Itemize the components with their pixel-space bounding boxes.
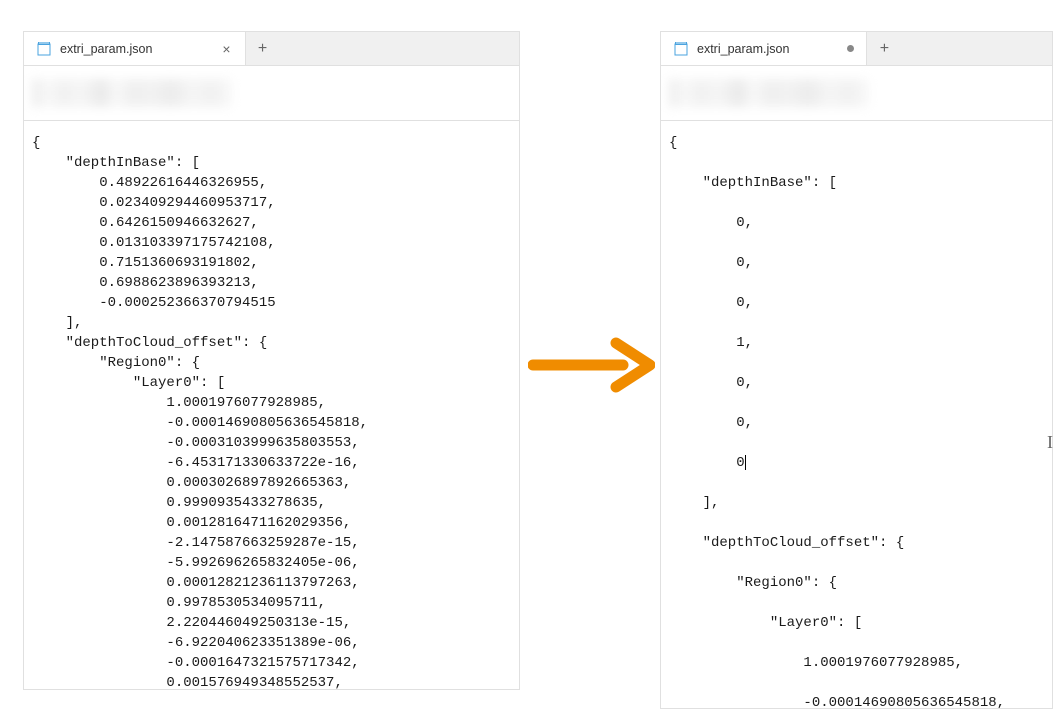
code-area-left[interactable]: { "depthInBase": [ 0.48922616446326955, … xyxy=(24,121,519,689)
new-tab-button-right[interactable]: + xyxy=(867,32,901,65)
toolbar-right xyxy=(661,66,1052,121)
tab-file-right[interactable]: extri_param.json xyxy=(661,32,867,65)
editor-left-window: extri_param.json × + { "depthInBase": [ … xyxy=(23,31,520,690)
tab-bar-left: extri_param.json × + xyxy=(24,32,519,66)
toolbar-left xyxy=(24,66,519,121)
tab-title-right: extri_param.json xyxy=(697,42,839,56)
text-cursor-icon: I xyxy=(1047,432,1053,453)
tab-title-left: extri_param.json xyxy=(60,42,212,56)
tab-bar-right: extri_param.json + xyxy=(661,32,1052,66)
new-tab-button-left[interactable]: + xyxy=(246,32,280,65)
arrow-icon xyxy=(528,335,655,395)
toolbar-blurred-content xyxy=(669,79,869,107)
notepad-icon xyxy=(673,41,689,57)
editor-right-window: extri_param.json + { "depthInBase": [ 0,… xyxy=(660,31,1053,709)
code-area-right[interactable]: { "depthInBase": [ 0, 0, 0, 1, 0, 0, 0 ]… xyxy=(661,121,1052,708)
notepad-icon xyxy=(36,41,52,57)
tab-file-left[interactable]: extri_param.json × xyxy=(24,32,246,65)
tab-close-button-left[interactable]: × xyxy=(220,42,232,56)
toolbar-blurred-content xyxy=(32,79,232,107)
modified-indicator-icon xyxy=(847,45,854,52)
